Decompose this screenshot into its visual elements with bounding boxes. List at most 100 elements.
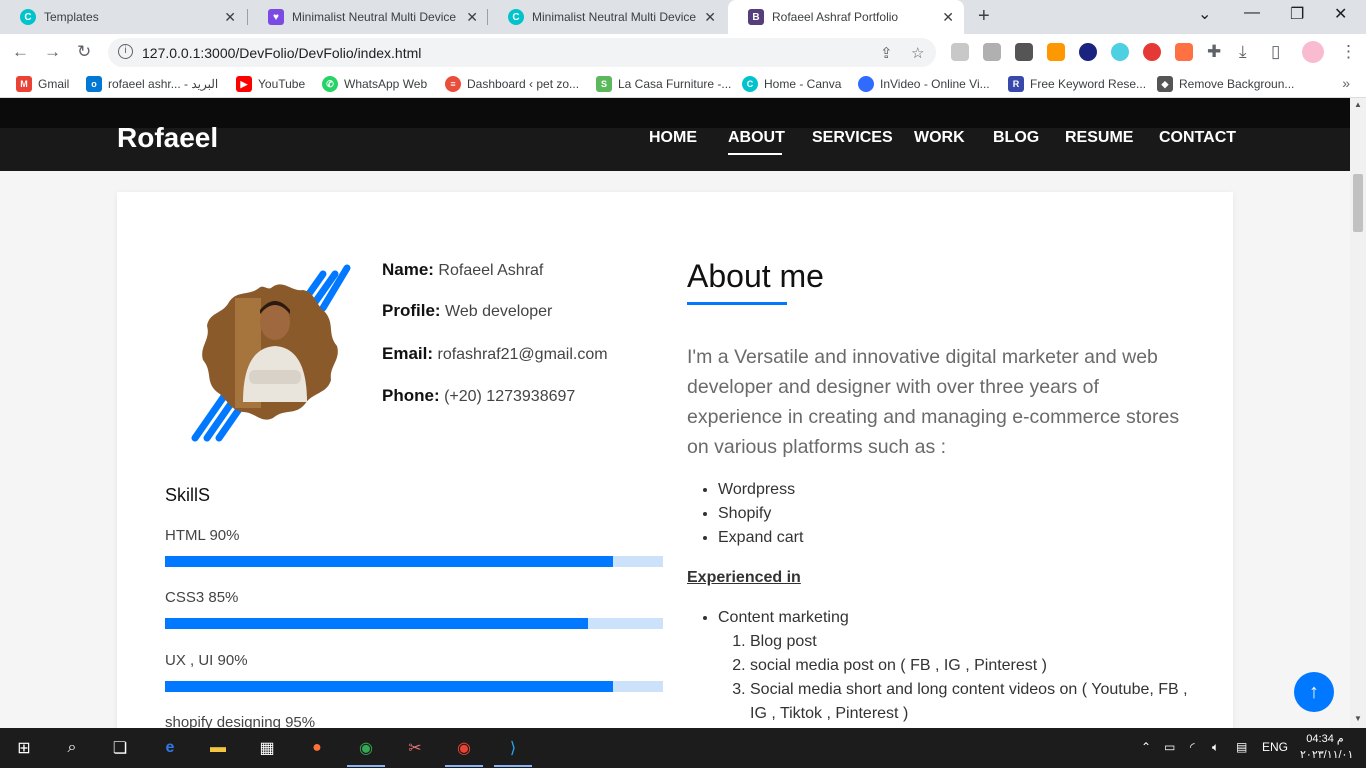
- browser-tab[interactable]: C Templates ✕: [0, 0, 246, 34]
- youtube-icon: ▶: [236, 76, 252, 92]
- bookmark-gmail[interactable]: M Gmail: [16, 76, 69, 92]
- battery-icon[interactable]: ▭: [1164, 740, 1175, 754]
- experienced-title: Experienced in: [687, 569, 801, 586]
- clock-time: 04:34 م: [1306, 733, 1344, 745]
- skill-progress-bar: [165, 681, 663, 692]
- skill-progress-fill: [165, 618, 589, 629]
- back-icon[interactable]: ←: [12, 42, 29, 62]
- address-bar[interactable]: i 127.0.0.1:3000/DevFolio/DevFolio/index…: [108, 38, 936, 67]
- bookmark-invideo[interactable]: InVideo - Online Vi...: [858, 76, 990, 92]
- chrome-profile-icon[interactable]: ◉: [452, 736, 476, 760]
- maximize-icon[interactable]: ❐: [1290, 4, 1304, 24]
- browser-tab[interactable]: ♥ Minimalist Neutral Multi Device ✕: [248, 0, 488, 34]
- bookmark-outlook[interactable]: o rofaeel ashr... - البريد: [86, 76, 218, 92]
- tray-expand-icon[interactable]: ⌃: [1141, 740, 1151, 754]
- snipping-tool-icon[interactable]: ✂: [403, 736, 427, 760]
- tab-title: Minimalist Neutral Multi Device: [292, 10, 457, 24]
- close-icon[interactable]: ✕: [224, 9, 236, 26]
- bookmark-canva[interactable]: C Home - Canva: [742, 76, 841, 92]
- wifi-icon[interactable]: ◜: [1190, 740, 1195, 754]
- url-text: 127.0.0.1:3000/DevFolio/DevFolio/index.h…: [142, 45, 422, 61]
- nav-resume[interactable]: RESUME: [1065, 129, 1133, 147]
- bookmark-star-icon[interactable]: ☆: [911, 44, 924, 62]
- tab-title: Templates: [44, 10, 99, 24]
- search-icon[interactable]: ⌕: [60, 736, 84, 760]
- name-value: Rofaeel Ashraf: [438, 262, 544, 279]
- system-clock[interactable]: 04:34 م ٢٠٢٣/١١/٠١: [1300, 731, 1353, 763]
- site-brand[interactable]: Rofaeel: [117, 122, 218, 154]
- nav-contact[interactable]: CONTACT: [1159, 129, 1236, 147]
- nav-about[interactable]: ABOUT: [728, 129, 785, 147]
- bootstrap-icon: B: [748, 9, 764, 25]
- browser-tab-active[interactable]: B Rofaeel Ashraf Portfolio ✕: [728, 0, 964, 34]
- page-scrollbar[interactable]: ▲ ▼: [1350, 98, 1366, 728]
- skill-progress-bar: [165, 618, 663, 629]
- extension-icon[interactable]: [1143, 43, 1161, 61]
- extension-icon[interactable]: [983, 43, 1001, 61]
- vscode-icon[interactable]: ⟩: [501, 736, 525, 760]
- browser-tab[interactable]: C Minimalist Neutral Multi Device ✕: [488, 0, 726, 34]
- color-picker-icon[interactable]: [1175, 43, 1193, 61]
- tab-search-icon[interactable]: ⌄: [1198, 4, 1211, 24]
- bookmark-whatsapp[interactable]: ✆ WhatsApp Web: [322, 76, 427, 92]
- firefox-icon[interactable]: ●: [305, 736, 329, 760]
- bookmark-keyword[interactable]: R Free Keyword Rese...: [1008, 76, 1146, 92]
- menu-dots-icon[interactable]: ⋮: [1340, 42, 1357, 62]
- scrollbar-thumb[interactable]: [1353, 174, 1363, 232]
- edge-icon[interactable]: e: [158, 736, 182, 760]
- chrome-icon[interactable]: ◉: [354, 736, 378, 760]
- file-explorer-icon[interactable]: ▬: [206, 736, 230, 760]
- store-icon[interactable]: ▦: [255, 736, 279, 760]
- notification-icon[interactable]: ▤: [1236, 740, 1247, 754]
- skills-title: SkillS: [165, 485, 211, 505]
- nav-services[interactable]: SERVICES: [812, 129, 893, 147]
- profile-value: Web developer: [445, 303, 553, 320]
- minimize-icon[interactable]: —: [1244, 4, 1260, 22]
- list-item: Blog post: [750, 630, 1198, 654]
- nav-blog[interactable]: BLOG: [993, 129, 1039, 147]
- site-info-icon[interactable]: i: [118, 44, 133, 59]
- phone-label: Phone:: [382, 386, 440, 405]
- nav-work[interactable]: WORK: [914, 129, 965, 147]
- bookmark-label: YouTube: [258, 77, 306, 91]
- bookmark-dashboard[interactable]: ≡ Dashboard ‹ pet zo...: [445, 76, 579, 92]
- puzzle-icon[interactable]: ✚: [1207, 42, 1221, 62]
- profile-avatar-icon[interactable]: [1302, 41, 1324, 63]
- canva-icon: C: [508, 9, 524, 25]
- profile-name-row: Name: Rofaeel Ashraf: [382, 260, 543, 280]
- extension-icon[interactable]: [951, 43, 969, 61]
- scroll-down-icon[interactable]: ▼: [1354, 714, 1362, 723]
- back-to-top-button[interactable]: ↑: [1294, 672, 1334, 712]
- volume-icon[interactable]: 🔈︎: [1212, 740, 1219, 755]
- close-icon[interactable]: ✕: [466, 9, 478, 26]
- new-tab-icon[interactable]: +: [978, 5, 990, 28]
- more-bookmarks-icon[interactable]: »: [1342, 75, 1350, 91]
- scroll-up-icon[interactable]: ▲: [1354, 100, 1362, 109]
- extension-icon[interactable]: [1015, 43, 1033, 61]
- window-close-icon[interactable]: ✕: [1334, 4, 1347, 24]
- task-view-icon[interactable]: ❏: [108, 736, 132, 760]
- side-panel-icon[interactable]: ▯: [1271, 42, 1280, 62]
- profile-email-row: Email: rofashraf21@gmail.com: [382, 344, 608, 364]
- bookmark-youtube[interactable]: ▶ YouTube: [236, 76, 305, 92]
- close-icon[interactable]: ✕: [942, 9, 954, 26]
- bookmark-la-casa[interactable]: S La Casa Furniture -...: [596, 76, 731, 92]
- language-indicator[interactable]: ENG: [1262, 740, 1288, 754]
- close-icon[interactable]: ✕: [704, 9, 716, 26]
- bookmark-label: InVideo - Online Vi...: [880, 77, 990, 91]
- extension-icon[interactable]: [1079, 43, 1097, 61]
- active-app-indicator: [347, 765, 385, 767]
- email-label: Email:: [382, 344, 434, 363]
- bookmark-remove-bg[interactable]: ◆ Remove Backgroun...: [1157, 76, 1294, 92]
- windows-start-icon[interactable]: ⊞: [12, 736, 36, 760]
- about-description: I'm a Versatile and innovative digital m…: [687, 346, 1180, 458]
- forward-icon[interactable]: →: [44, 42, 61, 62]
- extension-icon[interactable]: [1111, 43, 1129, 61]
- nav-home[interactable]: HOME: [649, 129, 697, 147]
- bookmark-label: Remove Backgroun...: [1179, 77, 1295, 91]
- reload-icon[interactable]: ↻: [77, 42, 91, 62]
- share-icon[interactable]: ⇪: [880, 44, 893, 62]
- download-icon[interactable]: ⤓: [1239, 42, 1247, 62]
- extension-icon[interactable]: [1047, 43, 1065, 61]
- gmail-icon: M: [16, 76, 32, 92]
